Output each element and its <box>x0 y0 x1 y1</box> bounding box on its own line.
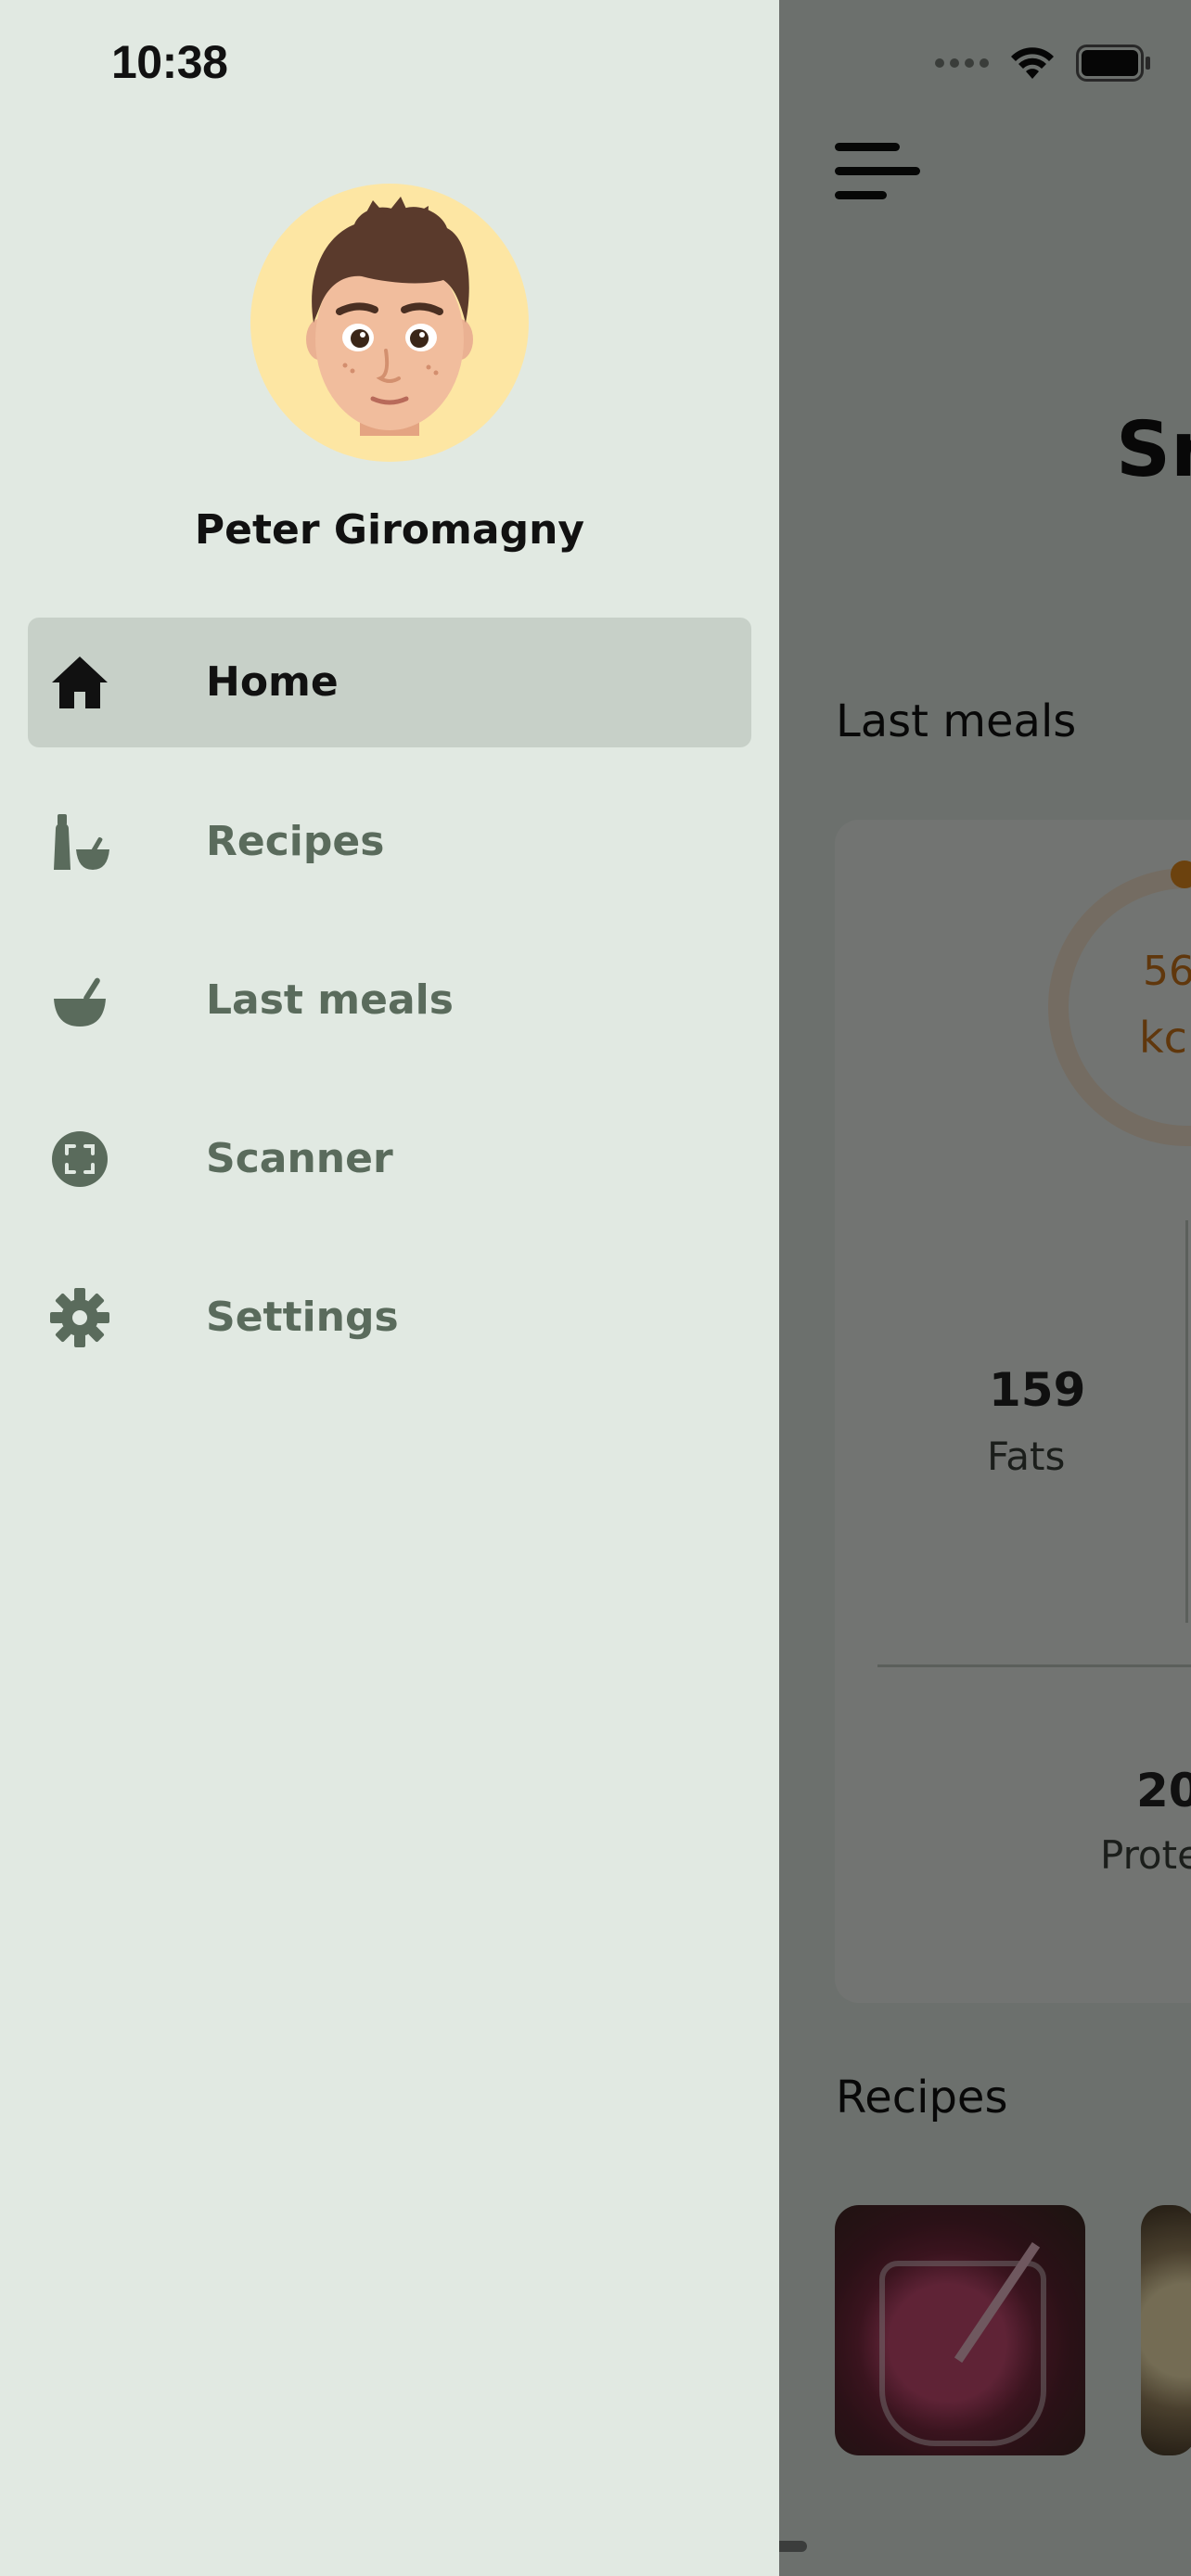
navigation-drawer: 10:38 Peter Giromagny Home Recipes Last … <box>0 0 779 2576</box>
nav-item-home[interactable]: Home <box>28 618 751 747</box>
fats-label: Fats <box>987 1434 1066 1479</box>
wifi-icon <box>1011 47 1054 79</box>
battery-icon <box>1076 45 1150 82</box>
menu-toggle-button[interactable] <box>835 139 920 211</box>
gear-icon <box>50 1288 109 1347</box>
nav-item-label: Settings <box>206 1294 399 1341</box>
fats-value: 159 <box>989 1363 1086 1417</box>
protein-label: Prote <box>1100 1832 1191 1878</box>
status-time: 10:38 <box>111 36 228 88</box>
scanner-icon <box>52 1131 108 1187</box>
status-icons <box>935 45 1152 82</box>
nav-item-label: Home <box>206 658 339 706</box>
bottles-icon <box>54 814 109 870</box>
user-name: Peter Giromagny <box>194 506 585 554</box>
calorie-value: 56 <box>1143 948 1191 995</box>
nav-item-label: Last meals <box>206 976 454 1024</box>
avatar[interactable] <box>250 184 529 462</box>
divider-horizontal <box>877 1664 1191 1667</box>
home-icon <box>52 657 108 708</box>
calorie-ring-indicator <box>1171 861 1191 888</box>
last-meals-title: Last meals <box>836 695 1077 747</box>
nav-item-settings[interactable]: Settings <box>28 1253 751 1383</box>
calorie-unit: kc <box>1139 1013 1187 1063</box>
nav-item-last-meals[interactable]: Last meals <box>28 936 751 1065</box>
nav-item-label: Recipes <box>206 818 385 865</box>
nav-item-scanner[interactable]: Scanner <box>28 1094 751 1224</box>
nav-item-label: Scanner <box>206 1135 393 1182</box>
page-title: Sr <box>1116 406 1191 494</box>
recipes-title: Recipes <box>836 2072 1008 2123</box>
bowl-icon <box>54 977 106 1027</box>
recipe-card[interactable] <box>1141 2205 1191 2455</box>
memoji-avatar-icon <box>306 197 473 436</box>
protein-value: 20 <box>1136 1764 1191 1817</box>
cellular-signal-icon <box>935 58 989 68</box>
divider-vertical <box>1185 1220 1188 1623</box>
recipe-card-smoothie[interactable] <box>835 2205 1085 2455</box>
nav-item-recipes[interactable]: Recipes <box>28 777 751 907</box>
